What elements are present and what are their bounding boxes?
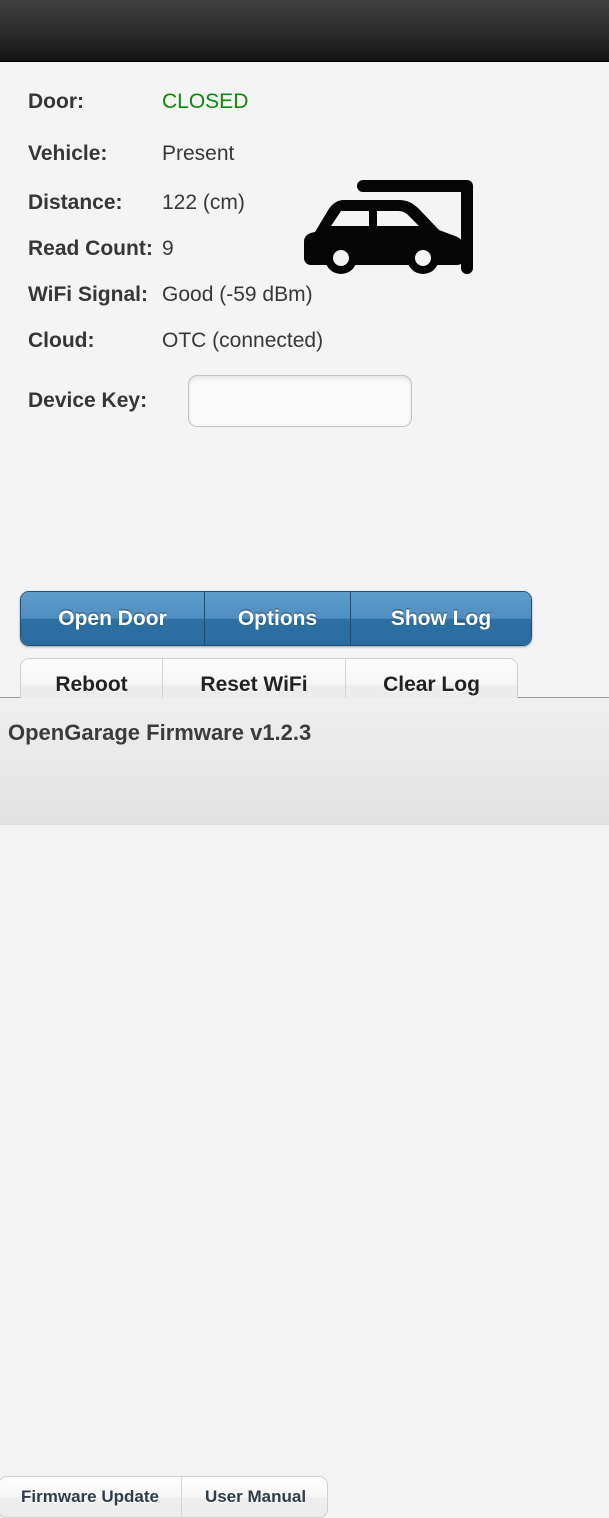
- main-content: Door: CLOSED Vehicle: Present Distance: …: [0, 62, 609, 712]
- status-list: Door: CLOSED Vehicle: Present Distance: …: [0, 62, 609, 438]
- device-key-input[interactable]: [188, 375, 412, 427]
- status-value-distance: 122 (cm): [162, 191, 245, 214]
- options-button[interactable]: Options: [205, 592, 351, 645]
- app-header-bar: [0, 0, 609, 62]
- status-row-vehicle: Vehicle: Present: [0, 128, 609, 180]
- status-label-distance: Distance:: [28, 191, 123, 214]
- status-label-read-count: Read Count:: [28, 237, 153, 260]
- status-label-door: Door:: [28, 90, 84, 113]
- status-row-wifi-signal: WiFi Signal: Good (-59 dBm): [0, 272, 609, 318]
- open-door-button[interactable]: Open Door: [21, 592, 205, 645]
- user-manual-button[interactable]: User Manual: [182, 1477, 327, 1517]
- status-row-distance: Distance: 122 (cm): [0, 180, 609, 226]
- status-value-cloud: OTC (connected): [162, 329, 324, 352]
- status-value-wifi-signal: Good (-59 dBm): [162, 283, 313, 306]
- show-log-button[interactable]: Show Log: [351, 592, 531, 645]
- device-key-row: Device Key:: [0, 364, 609, 438]
- status-value-vehicle: Present: [162, 142, 235, 165]
- firmware-version-title: OpenGarage Firmware v1.2.3: [8, 720, 312, 745]
- status-label-wifi-signal: WiFi Signal:: [28, 283, 148, 306]
- status-row-door: Door: CLOSED: [0, 76, 609, 128]
- status-value-door: CLOSED: [162, 90, 249, 113]
- primary-button-group: Open Door Options Show Log: [20, 591, 532, 646]
- footer-button-group: Firmware Update User Manual: [0, 1476, 328, 1518]
- status-row-read-count: Read Count: 9: [0, 226, 609, 272]
- footer: OpenGarage Firmware v1.2.3 Firmware Upda…: [0, 698, 609, 1518]
- status-value-read-count: 9: [162, 237, 174, 260]
- firmware-update-button[interactable]: Firmware Update: [0, 1477, 182, 1517]
- status-label-cloud: Cloud:: [28, 329, 95, 352]
- status-label-vehicle: Vehicle:: [28, 142, 108, 165]
- device-key-label: Device Key:: [28, 389, 148, 412]
- status-row-cloud: Cloud: OTC (connected): [0, 318, 609, 364]
